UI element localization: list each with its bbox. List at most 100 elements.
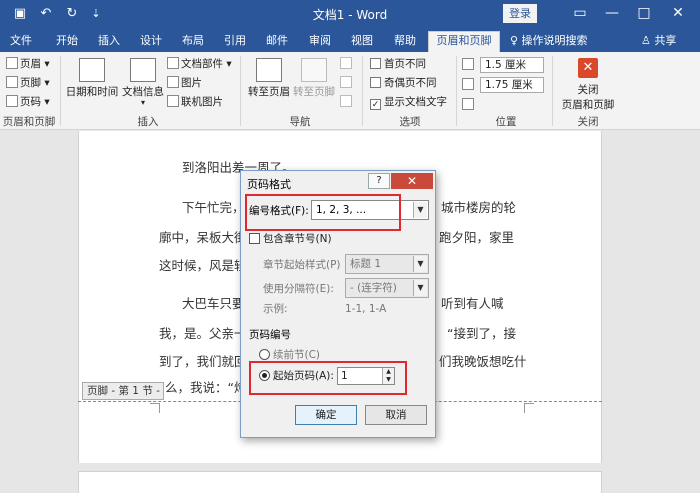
checkmark-icon: ✓ [370,99,381,110]
odd-even-different-label: 奇偶页不同 [384,77,437,89]
checkbox-box [370,58,381,69]
tab-view[interactable]: 视图 [345,32,379,52]
close-window-button[interactable]: ✕ [664,2,692,24]
footer-section-tag: 页脚 - 第 1 节 - [82,382,164,400]
link-previous-icon[interactable] [340,94,354,110]
separator-select[interactable]: - (连字符) ▼ [345,278,429,298]
start-page-number-input[interactable]: 1 ▲ ▼ [337,367,395,385]
tab-file[interactable]: 文件 [6,32,36,52]
calendar-icon [79,58,105,82]
tab-layout[interactable]: 布局 [176,32,210,52]
date-time-label: 日期和时间 [65,86,119,98]
header-dropdown[interactable]: 页眉 ▾ [6,56,50,72]
chevron-down-icon: ▼ [413,202,427,218]
cancel-button[interactable]: 取消 [365,405,427,425]
group-label-header-footer: 页眉和页脚 [2,116,56,128]
goto-header-button[interactable]: 转至页眉 [247,58,291,99]
login-button[interactable]: 登录 [503,4,537,23]
date-time-button[interactable]: 日期和时间 [64,58,120,99]
tab-mailings[interactable]: 邮件 [260,32,294,52]
tab-header-footer[interactable]: 页眉和页脚 [428,31,500,52]
tab-home[interactable]: 开始 [50,32,84,52]
document-line: “接到了，接 [447,326,516,341]
save-icon[interactable]: ▣ [12,5,28,23]
radio-dot-selected [259,370,270,381]
goto-header-icon [256,58,282,82]
next-section-icon[interactable] [340,75,354,91]
previous-section-icon[interactable] [340,56,354,72]
document-info-arrow-icon: ▾ [140,98,145,107]
spinner-arrows-icon[interactable]: ▲ ▼ [382,368,394,384]
close-dialog-button[interactable]: ✕ [391,173,433,189]
chevron-down-icon: ▼ [413,280,427,296]
example-value: 1-1, 1-A [345,303,387,315]
footer-position-spinner[interactable]: 1.75 厘米 [480,77,544,93]
start-page-number-value: 1 [341,370,348,382]
goto-footer-label: 转至页脚 [293,86,335,98]
picture-button[interactable]: 图片 [167,75,202,91]
redo-icon[interactable]: ↻ [64,5,80,23]
tab-design[interactable]: 设计 [134,32,168,52]
online-picture-label: 联机图片 [181,96,223,108]
page-number-dropdown[interactable]: 页码 ▾ [6,94,50,110]
share-button[interactable]: ♙ 共享 [641,32,676,50]
include-chapter-checkbox[interactable]: 包含章节号(N) [249,231,332,247]
document-line: 么，我说：“炖 [165,380,247,395]
insert-alignment-tab-icon[interactable] [462,97,476,113]
separator-value: - (连字符) [350,282,397,294]
maximize-button[interactable]: □ [630,2,658,24]
ribbon-display-icon[interactable]: ▭ [566,2,594,24]
chevron-down-icon: ▼ [413,256,427,272]
group-label-position: 位置 [495,116,517,128]
minimize-button[interactable]: — [598,2,626,24]
tell-me-search[interactable]: ♀ 操作说明搜索 [510,32,588,50]
online-picture-button[interactable]: 联机图片 [167,94,223,110]
document-line: 这时候，风是轻 [159,258,247,273]
document-line: 大巴车只要 [182,296,245,311]
quick-parts-dropdown[interactable]: 文档部件 ▾ [167,56,232,72]
start-at-radio[interactable]: 起始页码(A): [259,368,334,384]
close-header-footer-button[interactable]: 关闭 页眉和页脚 [556,82,620,112]
footer-dropdown[interactable]: 页脚 ▾ [6,75,50,91]
help-button[interactable]: ? [368,173,390,189]
header-position-icon [462,57,476,73]
number-format-value: 1, 2, 3, ... [316,204,367,216]
first-page-different-checkbox[interactable]: 首页不同 [370,56,426,72]
chapter-style-select[interactable]: 标题 1 ▼ [345,254,429,274]
ribbon-tabs: 文件 开始 插入 设计 布局 引用 邮件 审阅 视图 帮助 页眉和页脚 ♀ 操作… [0,28,700,52]
margin-corner-mark [150,403,160,413]
tab-insert[interactable]: 插入 [92,32,126,52]
undo-icon[interactable]: ↶ [36,5,56,23]
odd-even-different-checkbox[interactable]: 奇偶页不同 [370,75,437,91]
example-label: 示例: [263,303,288,315]
number-format-select[interactable]: 1, 2, 3, ... ▼ [311,200,429,220]
ok-button[interactable]: 确定 [295,405,357,425]
document-info-label: 文档信息 [122,86,164,98]
tab-help[interactable]: 帮助 [388,32,422,52]
goto-header-label: 转至页眉 [248,86,290,98]
document-line: 廓中，呆板大街 [159,230,247,245]
document-line: 听到有人喊 [441,296,504,311]
page-number-icon [6,95,18,107]
first-page-different-label: 首页不同 [384,58,426,70]
picture-label: 图片 [181,77,202,89]
quick-parts-icon [167,57,179,69]
group-separator [240,56,241,126]
continue-previous-radio[interactable]: 续前节(C) [259,347,320,363]
close-header-footer-icon[interactable]: ✕ [578,58,598,78]
customize-toolbar-icon[interactable]: ⇣ [90,5,102,23]
group-label-close: 关闭 [577,116,599,128]
tab-references[interactable]: 引用 [218,32,252,52]
margin-corner-mark [524,403,534,413]
show-document-text-checkbox[interactable]: ✓ 显示文档文字 [370,94,447,110]
header-position-spinner[interactable]: 1.5 厘米 [480,57,544,73]
goto-footer-button[interactable]: 转至页脚 [292,58,336,99]
picture-icon [167,76,179,88]
tab-review[interactable]: 审阅 [303,32,337,52]
ribbon: 页眉 ▾ 页脚 ▾ 页码 ▾ 页眉和页脚 日期和时间 文档信息 ▾ 文档部件 ▾… [0,52,700,130]
document-page-2[interactable] [78,471,602,493]
document-info-button[interactable]: 文档信息 ▾ [122,58,164,107]
footer-icon [6,76,18,88]
document-line: 我，是。父亲一 [159,326,247,341]
goto-footer-icon [301,58,327,82]
